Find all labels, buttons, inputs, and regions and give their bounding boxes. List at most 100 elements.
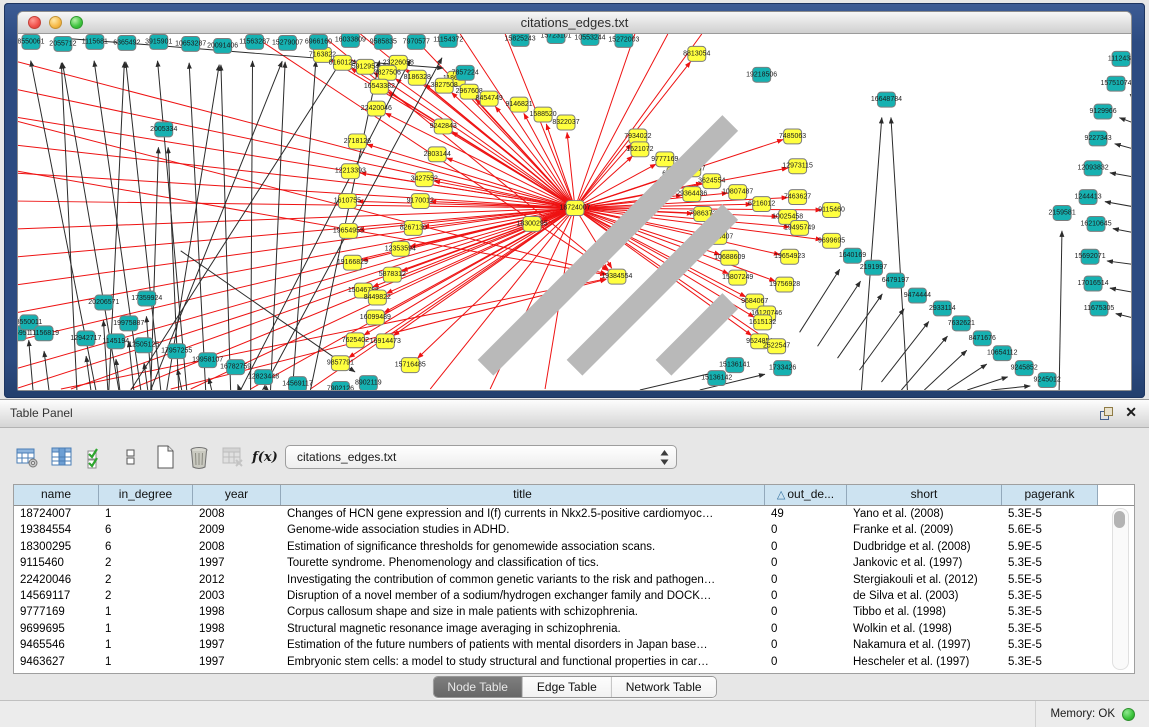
cell: 9699695 [14, 621, 99, 637]
cell: 9115460 [14, 555, 99, 571]
float-panel-icon[interactable] [1100, 407, 1113, 420]
cell: 1997 [193, 637, 281, 653]
table-row[interactable]: 977716911998Corpus callosum shape and si… [14, 604, 1134, 620]
network-view-frame: citations_edges.txt 18724007183002951938… [4, 3, 1145, 398]
cell: 2 [99, 572, 193, 588]
select-columns-button[interactable] [47, 442, 77, 472]
cell: Stergiakouli et al. (2012) [847, 572, 1002, 588]
cell: 1997 [193, 654, 281, 670]
column-header-in_degree[interactable]: in_degree [99, 485, 193, 505]
cell: 2008 [193, 506, 281, 522]
cell: 0 [765, 654, 847, 670]
cell: 5.3E-5 [1002, 654, 1098, 670]
cell: 0 [765, 604, 847, 620]
table-row[interactable]: 946554611997Estimation of the future num… [14, 637, 1134, 653]
cell: Estimation of the future numbers of pati… [281, 637, 765, 653]
cell: 22420046 [14, 572, 99, 588]
cell: Wolkin et al. (1998) [847, 621, 1002, 637]
table-panel-header: Table Panel ✕ [0, 400, 1149, 428]
cell: 2012 [193, 572, 281, 588]
scrollbar-thumb[interactable] [1114, 511, 1125, 528]
table-selector-combo[interactable]: citations_edges.txt [285, 445, 677, 469]
tab-network-table[interactable]: Network Table [612, 677, 716, 697]
cell: 5.9E-5 [1002, 539, 1098, 555]
status-bar: Memory: OK [0, 700, 1149, 727]
window-titlebar[interactable]: citations_edges.txt [18, 12, 1131, 34]
cell: 49 [765, 506, 847, 522]
node-table: namein_degreeyeartitle△out_de...shortpag… [13, 484, 1135, 674]
cell: 1 [99, 654, 193, 670]
cell: Genome-wide association studies in ADHD. [281, 522, 765, 538]
table-body: 1872400712008Changes of HCN gene express… [14, 506, 1134, 670]
memory-ok-indicator[interactable] [1122, 708, 1135, 721]
cell: 0 [765, 555, 847, 571]
cell: 0 [765, 572, 847, 588]
combo-stepper-icon [660, 450, 669, 465]
column-header-year[interactable]: year [193, 485, 281, 505]
cell: Changes of HCN gene expression and I(f) … [281, 506, 765, 522]
table-selector-value: citations_edges.txt [297, 446, 396, 468]
table-row[interactable]: 969969511998Structural magnetic resonanc… [14, 621, 1134, 637]
table-tabs: Node TableEdge TableNetwork Table [432, 676, 716, 698]
cell: 1998 [193, 621, 281, 637]
cell: Yano et al. (2008) [847, 506, 1002, 522]
network-canvas[interactable]: 1872400718300295193845547163822816012459… [18, 34, 1131, 390]
memory-status-label: Memory: OK [1050, 708, 1115, 720]
table-row[interactable]: 1830029562008Estimation of significance … [14, 539, 1134, 555]
rows-icon [119, 445, 143, 469]
table-row[interactable]: 1872400712008Changes of HCN gene express… [14, 506, 1134, 522]
table-row[interactable]: 1938455462009Genome-wide association stu… [14, 522, 1134, 538]
cell: Dudbridge et al. (2008) [847, 539, 1002, 555]
table-settings-button[interactable] [12, 442, 42, 472]
cell: Tourette syndrome. Phenomenology and cla… [281, 555, 765, 571]
table-row[interactable]: 2242004622012Investigating the contribut… [14, 572, 1134, 588]
cell: Embryonic stem cells: a model to study s… [281, 654, 765, 670]
new-document-icon [152, 444, 178, 470]
cell: 18724007 [14, 506, 99, 522]
cell: 6 [99, 539, 193, 555]
tab-node-table[interactable]: Node Table [433, 677, 523, 697]
cell: 9465546 [14, 637, 99, 653]
column-header-short[interactable]: short [847, 485, 1002, 505]
tab-edge-table[interactable]: Edge Table [523, 677, 612, 697]
function-builder-button[interactable]: f(x) [250, 442, 280, 472]
column-header-out_de[interactable]: △out_de... [765, 485, 847, 505]
cell: 19384554 [14, 522, 99, 538]
close-panel-icon[interactable]: ✕ [1125, 404, 1137, 421]
delete-button[interactable] [184, 442, 214, 472]
table-row[interactable]: 911546021997Tourette syndrome. Phenomeno… [14, 555, 1134, 571]
table-row[interactable]: 1456911722003Disruption of a novel membe… [14, 588, 1134, 604]
table-row[interactable]: 946362711997Embryonic stem cells: a mode… [14, 654, 1134, 670]
window-title: citations_edges.txt [18, 12, 1131, 33]
vertical-scrollbar[interactable] [1112, 508, 1129, 670]
cell: 9777169 [14, 604, 99, 620]
cell: 5.3E-5 [1002, 621, 1098, 637]
select-all-button[interactable] [82, 442, 112, 472]
cell: Franke et al. (2009) [847, 522, 1002, 538]
resize-grip[interactable] [18, 34, 1131, 390]
cell: 2003 [193, 588, 281, 604]
column-header-name[interactable]: name [14, 485, 99, 505]
cell: Disruption of a novel member of a sodium… [281, 588, 765, 604]
cell: 2 [99, 588, 193, 604]
cell: 14569117 [14, 588, 99, 604]
cell: Corpus callosum shape and size in male p… [281, 604, 765, 620]
column-header-title[interactable]: title [281, 485, 765, 505]
cell: de Silva et al. (2003) [847, 588, 1002, 604]
delete-table-button[interactable] [218, 442, 248, 472]
cell: Jankovic et al. (1997) [847, 555, 1002, 571]
select-all-checks-icon [85, 445, 109, 469]
cell: 2008 [193, 539, 281, 555]
new-document-button[interactable] [150, 442, 180, 472]
cell: 1 [99, 604, 193, 620]
table-header-row: namein_degreeyeartitle△out_de...shortpag… [14, 485, 1134, 506]
cell: Estimation of significance thresholds fo… [281, 539, 765, 555]
table-settings-icon [15, 445, 39, 469]
cell: 2009 [193, 522, 281, 538]
cell: 1 [99, 506, 193, 522]
cell: Nakamura et al. (1997) [847, 637, 1002, 653]
cell: 18300295 [14, 539, 99, 555]
row-height-button[interactable] [116, 442, 146, 472]
table-toolbar: f(x) citations_edges.txt [0, 440, 1149, 476]
column-header-pagerank[interactable]: pagerank [1002, 485, 1098, 505]
